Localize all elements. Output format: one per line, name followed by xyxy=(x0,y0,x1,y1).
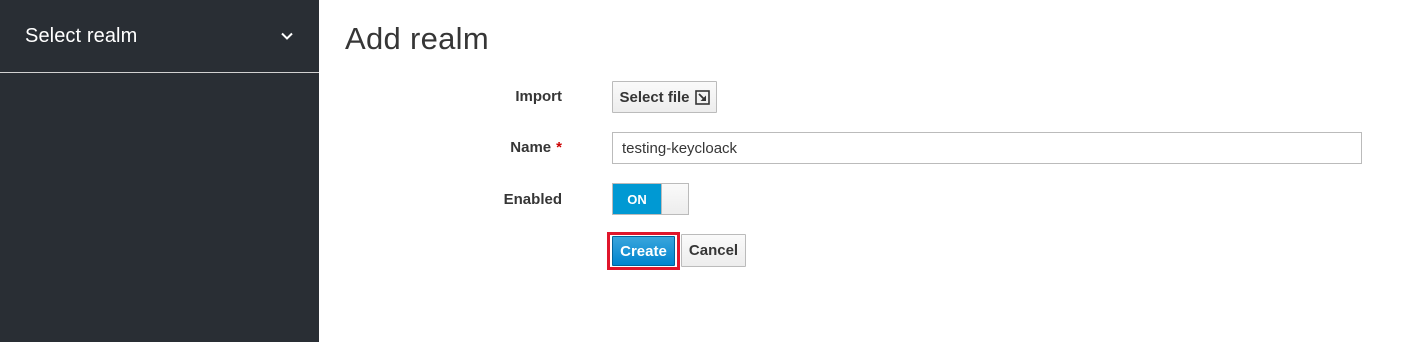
required-marker: * xyxy=(556,139,562,156)
toggle-handle xyxy=(661,184,688,214)
sidebar: Select realm xyxy=(0,0,319,342)
toggle-on-label: ON xyxy=(613,184,661,214)
enabled-label: Enabled xyxy=(503,191,562,208)
realm-selector[interactable]: Select realm xyxy=(0,0,319,73)
enabled-toggle[interactable]: ON xyxy=(612,183,689,215)
main-content: Add realm Import Select file Name* Enabl… xyxy=(319,0,1402,342)
external-link-icon xyxy=(694,89,710,105)
select-file-label: Select file xyxy=(619,88,690,106)
name-label-text: Name xyxy=(510,139,552,156)
select-file-button[interactable]: Select file xyxy=(612,81,717,113)
name-label: Name * xyxy=(510,139,562,156)
import-label: Import xyxy=(515,88,562,105)
chevron-down-icon xyxy=(279,28,295,44)
name-input[interactable] xyxy=(612,132,1362,164)
cancel-button[interactable]: Cancel xyxy=(681,234,746,267)
create-button[interactable]: Create xyxy=(612,236,675,266)
realm-selector-label: Select realm xyxy=(25,24,138,47)
page-title: Add realm xyxy=(345,21,489,56)
